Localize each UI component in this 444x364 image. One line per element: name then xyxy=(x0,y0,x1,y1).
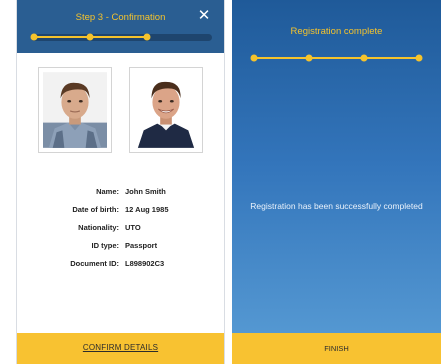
detail-row-id-type: ID type: Passport xyxy=(17,241,224,255)
registration-complete-screen: Registration complete Registration has b… xyxy=(232,0,441,364)
detail-label: Name: xyxy=(96,187,119,196)
confirm-details-label: CONFIRM DETAILS xyxy=(82,343,159,352)
confirmation-title: Step 3 - Confirmation xyxy=(75,12,166,23)
success-message: Registration has been successfully compl… xyxy=(250,201,423,211)
detail-value: Passport xyxy=(125,241,158,250)
finish-button[interactable]: FINISH xyxy=(232,333,441,364)
document-photo xyxy=(38,67,112,153)
detail-value: UTO xyxy=(125,223,141,232)
detail-label: ID type: xyxy=(91,241,119,250)
detail-value: L898902C3 xyxy=(125,259,165,268)
detail-row-nationality: Nationality: UTO xyxy=(17,223,224,237)
progress-step-3 xyxy=(360,54,368,62)
progress-step-2 xyxy=(305,54,313,62)
detail-row-name: Name: John Smith xyxy=(17,187,224,201)
detail-row-dob: Date of birth: 12 Aug 1985 xyxy=(17,205,224,219)
progress-step-1 xyxy=(30,33,38,41)
detail-value: 12 Aug 1985 xyxy=(125,205,169,214)
progress-step-1 xyxy=(250,54,258,62)
detail-value: John Smith xyxy=(125,187,166,196)
confirmation-header: Step 3 - Confirmation ✕ xyxy=(17,0,224,53)
progress-step-3 xyxy=(143,33,151,41)
progress-step-4 xyxy=(415,54,423,62)
registration-complete-title: Registration complete xyxy=(290,26,383,37)
confirmation-screen: Step 3 - Confirmation ✕ Name: John Smith… xyxy=(16,0,225,364)
detail-label: Document ID: xyxy=(70,259,119,268)
detail-label: Date of birth: xyxy=(72,205,119,214)
selfie-photo xyxy=(129,67,203,153)
close-icon[interactable]: ✕ xyxy=(195,6,213,24)
person-portrait-icon xyxy=(43,72,107,148)
progress-line xyxy=(254,57,419,59)
person-portrait-icon xyxy=(134,72,198,148)
detail-row-document-id: Document ID: L898902C3 xyxy=(17,259,224,273)
confirm-details-button[interactable]: CONFIRM DETAILS xyxy=(17,333,224,364)
progress-step-2 xyxy=(86,33,94,41)
detail-label: Nationality: xyxy=(78,223,119,232)
finish-label: FINISH xyxy=(324,344,349,353)
